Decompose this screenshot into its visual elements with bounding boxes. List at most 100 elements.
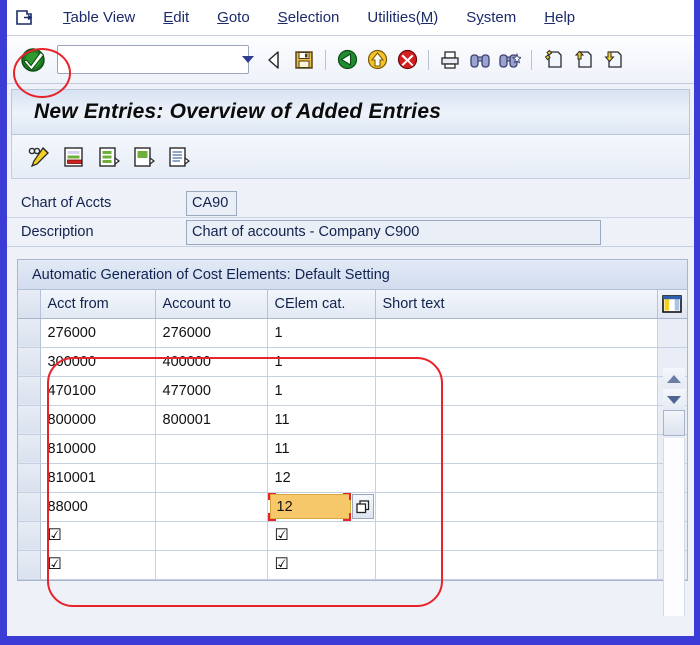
- scroll-up-arrow-icon[interactable]: [663, 368, 685, 389]
- row-select-header[interactable]: [18, 290, 41, 319]
- chart-of-accts-input[interactable]: CA90: [186, 190, 237, 216]
- cell-short-text[interactable]: [375, 405, 658, 435]
- first-page-icon[interactable]: [540, 45, 566, 75]
- back-arrow-icon[interactable]: [261, 45, 287, 75]
- cell-celem-cat[interactable]: 1: [267, 318, 376, 348]
- table-row[interactable]: 810000 11: [18, 434, 687, 464]
- table-row[interactable]: 470100 477000 1: [18, 376, 687, 406]
- column-header-account-to[interactable]: Account to: [155, 290, 268, 319]
- cell-account-to[interactable]: 400000: [155, 347, 268, 377]
- menu-item-help[interactable]: Help: [530, 7, 589, 28]
- system-menu-icon[interactable]: [13, 7, 37, 29]
- checkbox-checked-icon[interactable]: ☑: [275, 556, 289, 573]
- cell-celem-cat[interactable]: 11: [267, 434, 376, 464]
- cell-acct-from[interactable]: 88000: [40, 492, 156, 522]
- matchcode-f4-icon[interactable]: [351, 494, 374, 519]
- checkbox-checked-icon[interactable]: ☑: [48, 527, 62, 544]
- variable-list-icon[interactable]: [129, 142, 159, 172]
- cell-celem-cat-checkbox[interactable]: ☑: [267, 521, 376, 551]
- cell-short-text[interactable]: [375, 347, 658, 377]
- cell-account-to[interactable]: [155, 521, 268, 551]
- column-header-acct-from[interactable]: Acct from: [40, 290, 156, 319]
- yellow-exit-icon[interactable]: [364, 45, 390, 75]
- row-selector[interactable]: [18, 347, 41, 377]
- cell-celem-cat-focused[interactable]: 12: [267, 492, 376, 522]
- cell-acct-from[interactable]: 800000: [40, 405, 156, 435]
- table-row[interactable]: 276000 276000 1: [18, 318, 687, 348]
- cell-acct-from[interactable]: 470100: [40, 376, 156, 406]
- row-selector[interactable]: [18, 318, 41, 348]
- cell-account-to[interactable]: [155, 492, 268, 522]
- next-page-icon[interactable]: [600, 45, 626, 75]
- cell-celem-cat[interactable]: 1: [267, 376, 376, 406]
- command-field[interactable]: [57, 45, 254, 74]
- row-selector[interactable]: [18, 405, 41, 435]
- menu-item-system[interactable]: System: [452, 7, 530, 28]
- green-back-icon[interactable]: [334, 45, 360, 75]
- scroll-track[interactable]: [663, 438, 685, 616]
- cell-short-text[interactable]: [375, 463, 658, 493]
- column-config-icon[interactable]: [657, 290, 687, 319]
- cell-short-text[interactable]: [375, 376, 658, 406]
- row-selector[interactable]: [18, 492, 41, 522]
- find-next-icon[interactable]: [497, 45, 523, 75]
- cell-acct-from-checkbox[interactable]: ☑: [40, 521, 156, 551]
- select-layout-icon[interactable]: [164, 142, 194, 172]
- cell-acct-from[interactable]: 300000: [40, 347, 156, 377]
- cell-acct-from[interactable]: 810001: [40, 463, 156, 493]
- menu-item-table-view[interactable]: TTable Viewable View: [49, 7, 149, 28]
- cell-account-to[interactable]: 276000: [155, 318, 268, 348]
- cell-short-text[interactable]: [375, 550, 658, 580]
- cell-account-to[interactable]: [155, 550, 268, 580]
- copy-as-icon[interactable]: [94, 142, 124, 172]
- cell-acct-from-checkbox[interactable]: ☑: [40, 550, 156, 580]
- table-row[interactable]: ☑ ☑: [18, 550, 687, 580]
- table-row[interactable]: ☑ ☑: [18, 521, 687, 551]
- cell-acct-from[interactable]: 810000: [40, 434, 156, 464]
- delete-entry-icon[interactable]: [59, 142, 89, 172]
- print-icon[interactable]: [437, 45, 463, 75]
- ok-enter-button[interactable]: [15, 43, 51, 77]
- menu-item-selection[interactable]: Selection: [264, 7, 354, 28]
- row-selector[interactable]: [18, 376, 41, 406]
- description-input[interactable]: Chart of accounts - Company C900: [186, 219, 601, 245]
- celem-cat-input[interactable]: 12: [269, 494, 351, 519]
- cell-celem-cat[interactable]: 1: [267, 347, 376, 377]
- row-selector[interactable]: [18, 463, 41, 493]
- command-input[interactable]: [62, 51, 242, 68]
- find-icon[interactable]: [467, 45, 493, 75]
- row-selector[interactable]: [18, 521, 41, 551]
- table-row-focused[interactable]: 88000 12: [18, 492, 687, 522]
- row-selector[interactable]: [18, 434, 41, 464]
- menu-item-goto[interactable]: Goto: [203, 7, 264, 28]
- row-selector[interactable]: [18, 550, 41, 580]
- checkbox-checked-icon[interactable]: ☑: [48, 556, 62, 573]
- cell-short-text[interactable]: [375, 492, 658, 522]
- red-cancel-icon[interactable]: [394, 45, 420, 75]
- cell-celem-cat[interactable]: 12: [267, 463, 376, 493]
- cell-account-to[interactable]: [155, 463, 268, 493]
- menu-item-utilities[interactable]: Utilities(M): [353, 7, 452, 28]
- cell-short-text[interactable]: [375, 434, 658, 464]
- table-row[interactable]: 810001 12: [18, 463, 687, 493]
- column-header-celem-cat[interactable]: CElem cat.: [267, 290, 376, 319]
- display-change-icon[interactable]: [24, 142, 54, 172]
- save-icon[interactable]: [291, 45, 317, 75]
- cell-celem-cat-checkbox[interactable]: ☑: [267, 550, 376, 580]
- previous-page-icon[interactable]: [570, 45, 596, 75]
- cell-celem-cat[interactable]: 11: [267, 405, 376, 435]
- cell-account-to[interactable]: 800001: [155, 405, 268, 435]
- table-vertical-scrollbar[interactable]: [662, 368, 686, 616]
- column-header-short-text[interactable]: Short text: [375, 290, 658, 319]
- cell-short-text[interactable]: [375, 521, 658, 551]
- table-row[interactable]: 300000 400000 1: [18, 347, 687, 377]
- chevron-down-icon[interactable]: [242, 56, 254, 63]
- menu-item-edit[interactable]: Edit: [149, 7, 203, 28]
- cell-acct-from[interactable]: 276000: [40, 318, 156, 348]
- scroll-thumb[interactable]: [663, 410, 685, 436]
- cell-account-to[interactable]: [155, 434, 268, 464]
- cell-short-text[interactable]: [375, 318, 658, 348]
- table-row[interactable]: 800000 800001 11: [18, 405, 687, 435]
- checkbox-checked-icon[interactable]: ☑: [275, 527, 289, 544]
- scroll-down-arrow-icon[interactable]: [663, 389, 685, 410]
